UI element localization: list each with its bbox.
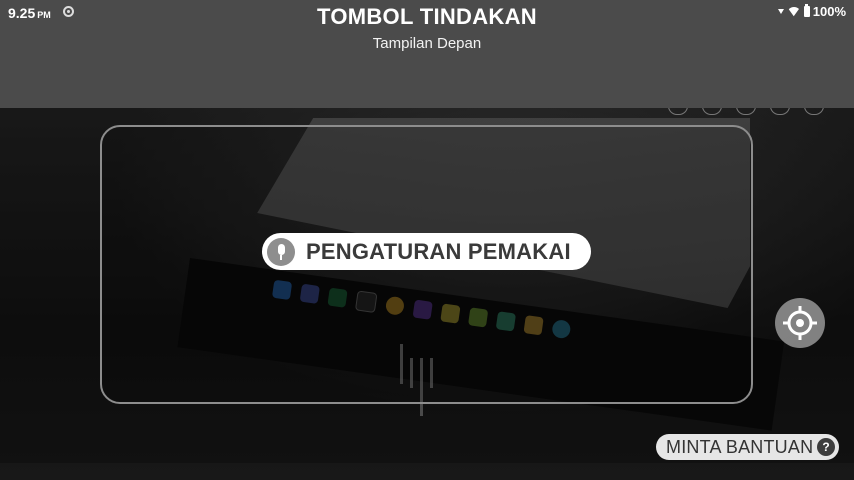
help-button[interactable]: MINTA BANTUAN ? [656, 434, 839, 460]
action-chip-button[interactable]: PENGATURAN PEMAKAI [262, 233, 591, 270]
help-button-label: MINTA BANTUAN [666, 436, 814, 457]
crosshair-icon [783, 306, 817, 340]
target-button[interactable] [775, 298, 825, 348]
camera-scene-dots [668, 108, 824, 115]
top-bar: 9.25 PM 100% TOMBOL TINDAKAN Tampilan Dep… [0, 0, 854, 108]
question-icon: ? [817, 438, 835, 456]
microphone-icon [267, 237, 295, 266]
page-title: TOMBOL TINDAKAN [316, 4, 537, 29]
action-chip-label: PENGATURAN PEMAKAI [306, 238, 571, 264]
page-subtitle: Tampilan Depan [372, 35, 482, 52]
camera-viewfinder: PENGATURAN PEMAKAI MINTA BANTUAN ? [0, 108, 854, 480]
